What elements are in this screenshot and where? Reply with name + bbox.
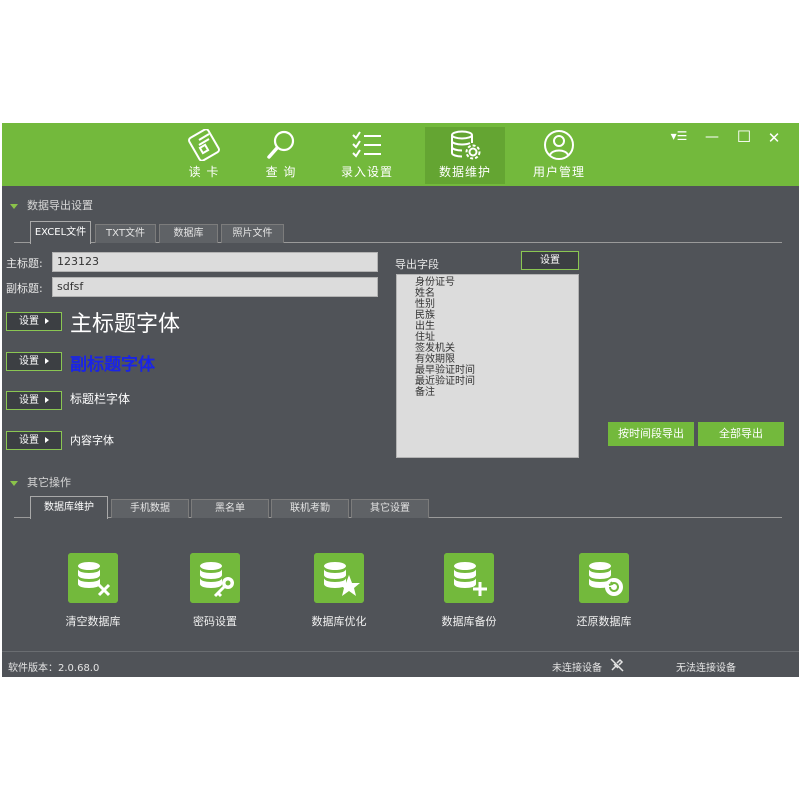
password-settings-button[interactable]: 密码设置	[165, 553, 265, 629]
database-star-icon	[314, 553, 364, 603]
tab-blacklist[interactable]: 黑名单	[191, 499, 269, 518]
main-title-label: 主标题:	[6, 257, 43, 270]
database-restore-icon	[579, 553, 629, 603]
list-item[interactable]: 身份证号	[415, 277, 578, 288]
tab-db-maintenance[interactable]: 数据库维护	[30, 496, 108, 519]
set-button-label: 设置	[19, 316, 39, 327]
arrow-right-icon	[45, 318, 49, 324]
main-title-font-sample: 主标题字体	[70, 312, 181, 337]
database-gear-icon	[451, 130, 481, 160]
subtitle-font-sample: 副标题字体	[70, 355, 155, 375]
nav-data-maintenance[interactable]: 数据维护	[425, 127, 505, 184]
nav-input-settings-label: 录入设置	[340, 165, 393, 179]
database-add-icon	[444, 553, 494, 603]
nav-user-management[interactable]: 用户管理	[524, 127, 594, 184]
collapse-triangle-icon	[10, 203, 18, 209]
list-item[interactable]: 性别	[415, 299, 578, 310]
backup-database-label: 数据库备份	[441, 615, 497, 628]
list-item[interactable]: 出生	[415, 321, 578, 332]
list-item[interactable]: 签发机关	[415, 343, 578, 354]
export-fields-label: 导出字段	[395, 258, 439, 271]
export-fields-set-button[interactable]: 设置	[521, 251, 579, 270]
password-settings-label: 密码设置	[193, 615, 237, 628]
clear-database-label: 清空数据库	[65, 615, 121, 628]
set-button-label: 设置	[19, 435, 39, 446]
nav-read-card[interactable]: 读 卡	[172, 127, 236, 184]
nav-query-label: 查 询	[265, 165, 297, 179]
restore-database-button[interactable]: 还原数据库	[554, 553, 654, 629]
clear-database-button[interactable]: 清空数据库	[43, 553, 143, 629]
collapse-triangle-icon	[10, 480, 18, 486]
list-item[interactable]: 最早验证时间	[415, 365, 578, 376]
nav-data-maintenance-label: 数据维护	[438, 165, 491, 179]
tab-mobile-data[interactable]: 手机数据	[111, 499, 189, 518]
backup-database-button[interactable]: 数据库备份	[419, 553, 519, 629]
arrow-right-icon	[45, 397, 49, 403]
header-font-button[interactable]: 设置	[6, 391, 62, 410]
export-section-header[interactable]: 数据导出设置	[10, 197, 93, 213]
subtitle-label: 副标题:	[6, 282, 43, 295]
export-all-button[interactable]: 全部导出	[698, 422, 784, 446]
export-fields-list[interactable]: 身份证号 姓名 性别 民族 出生 住址 签发机关 有效期限 最早验证时间 最近验…	[396, 274, 579, 458]
connection-status-text: 无法连接设备	[676, 663, 736, 674]
list-item[interactable]: 住址	[415, 332, 578, 343]
arrow-right-icon	[45, 358, 49, 364]
main-title-input[interactable]: 123123	[52, 252, 378, 272]
checklist-icon	[352, 131, 381, 158]
header-font-sample: 标题栏字体	[70, 392, 131, 406]
tab-photo[interactable]: 照片文件	[221, 224, 284, 243]
optimize-database-label: 数据库优化	[311, 615, 367, 628]
database-key-icon	[190, 553, 240, 603]
tab-other-settings[interactable]: 其它设置	[351, 499, 429, 518]
tab-excel[interactable]: EXCEL文件	[30, 221, 91, 244]
arrow-right-icon	[45, 437, 49, 443]
device-disconnected-icon	[610, 658, 624, 672]
set-button-label: 设置	[19, 395, 39, 406]
other-tabs: 数据库维护 手机数据 黑名单 联机考勤 其它设置	[14, 496, 782, 519]
list-item[interactable]: 有效期限	[415, 354, 578, 365]
subtitle-input[interactable]: sdfsf	[52, 277, 378, 297]
list-item[interactable]: 姓名	[415, 288, 578, 299]
export-by-time-button[interactable]: 按时间段导出	[608, 422, 694, 446]
id-card-icon	[188, 129, 220, 161]
export-tabs: EXCEL文件 TXT文件 数据库 照片文件	[14, 221, 782, 244]
menu-button[interactable]: ▾☰	[668, 129, 690, 149]
list-item[interactable]: 备注	[415, 387, 578, 398]
list-item[interactable]: 民族	[415, 310, 578, 321]
search-icon	[267, 130, 295, 159]
database-clear-icon	[68, 553, 118, 603]
tab-txt[interactable]: TXT文件	[95, 224, 156, 243]
set-button-label: 设置	[19, 356, 39, 367]
optimize-database-button[interactable]: 数据库优化	[289, 553, 389, 629]
tab-online-attendance[interactable]: 联机考勤	[271, 499, 349, 518]
status-bar: 软件版本：2.0.68.0 未连接设备 无法连接设备	[2, 651, 799, 677]
maximize-button[interactable]: ☐	[733, 127, 755, 147]
content-font-button[interactable]: 设置	[6, 431, 62, 450]
nav-user-management-label: 用户管理	[532, 165, 585, 179]
app-window: 读 卡 查 询 录入设置 数据维护 用户管理 ▾☰ — ☐ ✕ 数据导出设置 E…	[2, 123, 799, 677]
tab-database[interactable]: 数据库	[159, 224, 218, 243]
nav-read-card-label: 读 卡	[188, 165, 220, 179]
export-section-title: 数据导出设置	[27, 199, 93, 212]
nav-input-settings[interactable]: 录入设置	[332, 127, 402, 184]
top-nav-bar: 读 卡 查 询 录入设置 数据维护 用户管理 ▾☰ — ☐ ✕	[2, 123, 799, 186]
content-font-sample: 内容字体	[70, 434, 114, 447]
user-icon	[544, 130, 574, 160]
other-section-title: 其它操作	[27, 476, 71, 489]
minimize-button[interactable]: —	[701, 129, 723, 149]
other-section-header[interactable]: 其它操作	[10, 474, 71, 490]
list-item[interactable]: 最近验证时间	[415, 376, 578, 387]
device-status-text: 未连接设备	[552, 663, 602, 674]
main-title-font-button[interactable]: 设置	[6, 312, 62, 331]
subtitle-font-button[interactable]: 设置	[6, 352, 62, 371]
version-text: 软件版本：2.0.68.0	[8, 663, 100, 674]
close-button[interactable]: ✕	[763, 129, 785, 149]
restore-database-label: 还原数据库	[576, 615, 632, 628]
nav-query[interactable]: 查 询	[249, 127, 313, 184]
